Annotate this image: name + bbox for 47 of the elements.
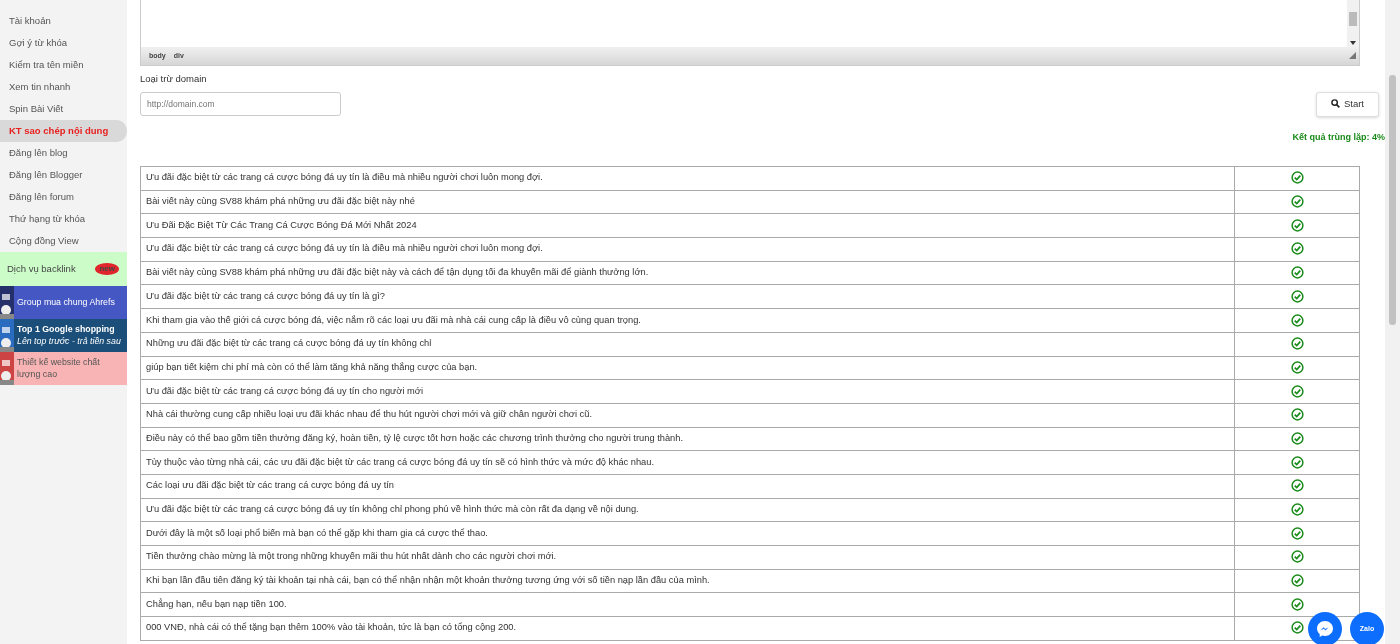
result-text: Kết quả trùng lặp: 4% [1292, 130, 1385, 144]
table-cell: Tiền thưởng chào mừng là một trong những khuyến mãi thu hút nhất dành cho các người chơi mới. [140, 545, 1235, 570]
scrollbar-thumb[interactable] [1389, 75, 1396, 325]
sidebar-item[interactable]: Đăng lên forum [0, 186, 127, 208]
new-badge: new [95, 263, 119, 275]
sidebar-item[interactable]: Tài khoản [0, 10, 127, 32]
sidebar-item[interactable]: Spin Bài Viết [0, 98, 127, 120]
table-cell: giúp bạn tiết kiệm chi phí mà còn có thể làm tăng khả năng thắng cược của bạn. [140, 356, 1235, 380]
search-icon [1330, 99, 1340, 109]
table-cell: Chẳng hạn, nếu bạn nạp tiền 100. [140, 592, 1235, 617]
ad-title: Top 1 Google shopping [17, 324, 116, 336]
table-cell: Ưu Đãi Đặc Biệt Từ Các Trang Cá Cược Bóng Đá Mới Nhất 2024 [140, 213, 1235, 238]
domain-field[interactable]: http://domain.com [140, 92, 341, 117]
sidebar-item[interactable]: Đăng lên Blogger [0, 164, 127, 186]
table-cell: Những ưu đãi đặc biệt từ các trang cá cược bóng đá uy tín không chỉ [140, 332, 1235, 356]
table-cell: Bài viết này cùng SV88 khám phá những ưu đãi đặc biệt này nhé [140, 190, 1235, 214]
table-cell: 000 VNĐ, nhà cái có thể tặng bạn thêm 100% vào tài khoản, tức là bạn có tổng cộng 200. [140, 616, 1235, 641]
table-cell: Khi bạn lần đầu tiên đăng ký tài khoản tại nhà cái, bạn có thể nhận nhận một khoản thưởng tương ứng với số tiền nạp lần đầu của mình. [140, 569, 1235, 593]
table-cell: Khi tham gia vào thế giới cá cược bóng đá, việc nắm rõ các loại ưu đãi mà nhà cái cung cấp là điều vô cùng quan trọng. [140, 308, 1235, 333]
sidebar-item[interactable]: Kiểm tra tên miền [0, 54, 127, 76]
sidebar-item[interactable]: Cộng đồng View [0, 230, 127, 252]
table-cell: Ưu đãi đặc biệt từ các trang cá cược bóng đá uy tín cho người mới [140, 379, 1235, 404]
messenger-icon [1316, 620, 1334, 638]
table-cell: Ưu đãi đặc biệt từ các trang cá cược bóng đá uy tín là gì? [140, 284, 1235, 309]
table-cell: Ưu đãi đặc biệt từ các trang cá cược bóng đá uy tín không chỉ phong phú về hình thức mà còn rất đa dạng về nội dung. [140, 498, 1235, 522]
table-cell: Nhà cái thường cung cấp nhiều loại ưu đãi khác nhau để thu hút người chơi mới và giữ chân người chơi cũ. [140, 403, 1235, 428]
ad-banner[interactable]: Group mua chung Ahrefs [14, 286, 127, 319]
table-cell: Các loại ưu đãi đặc biệt từ các trang cá cược bóng đá uy tín [140, 474, 1235, 499]
table-cell: Dưới đây là một số loại phổ biến mà bạn có thể gặp khi tham gia cá cược thể thao. [140, 521, 1235, 546]
field-label: Loại trừ domain [140, 72, 208, 86]
messenger-button[interactable] [1308, 612, 1342, 644]
resize-grip-icon[interactable] [1349, 52, 1356, 60]
table-cell: Tùy thuộc vào từng nhà cái, các ưu đãi đặc biệt từ các trang cá cược bóng đá uy tín sẽ có hình thức và mức độ khác nhau. [140, 450, 1235, 475]
table-cell: Ưu đãi đặc biệt từ các trang cá cược bóng đá uy tín là điều mà nhiều người chơi luôn mong đợi. [140, 166, 1235, 191]
sidebar-item[interactable]: Thứ hạng từ khóa [0, 208, 127, 230]
sidebar-item[interactable]: Gợi ý từ khóa [0, 32, 127, 54]
ad-subtitle: Lên top trước - trả tiền sau [17, 335, 122, 347]
ad-banner[interactable]: Thiết kế website chất lượng cao [14, 352, 127, 385]
start-button[interactable]: Start [1315, 92, 1379, 117]
table-cell: Bài viết này cùng SV88 khám phá những ưu đãi đặc biệt này và cách để tận dụng tối đa khuyến mãi để giành thưởng lớn. [140, 261, 1235, 285]
promo-label: Dịch vụ backlink [7, 261, 76, 276]
ad-banner[interactable]: Top 1 Google shopping Lên top trước - trả tiền sau [14, 319, 127, 352]
table-cell: Điều này có thể bao gồm tiền thưởng đăng ký, hoàn tiền, tỷ lệ cược tốt hơn hoặc các chương trình thưởng cho người trung thành. [140, 427, 1235, 451]
sidebar-item[interactable]: Xem tin nhanh [0, 76, 127, 98]
table-cell: Ưu đãi đặc biệt từ các trang cá cược bóng đá uy tín là điều mà nhiều người chơi luôn mong đợi. [140, 237, 1235, 262]
editor-scrollbar[interactable] [1347, 0, 1359, 47]
sidebar-item[interactable]: Đăng lên blog [0, 142, 127, 164]
